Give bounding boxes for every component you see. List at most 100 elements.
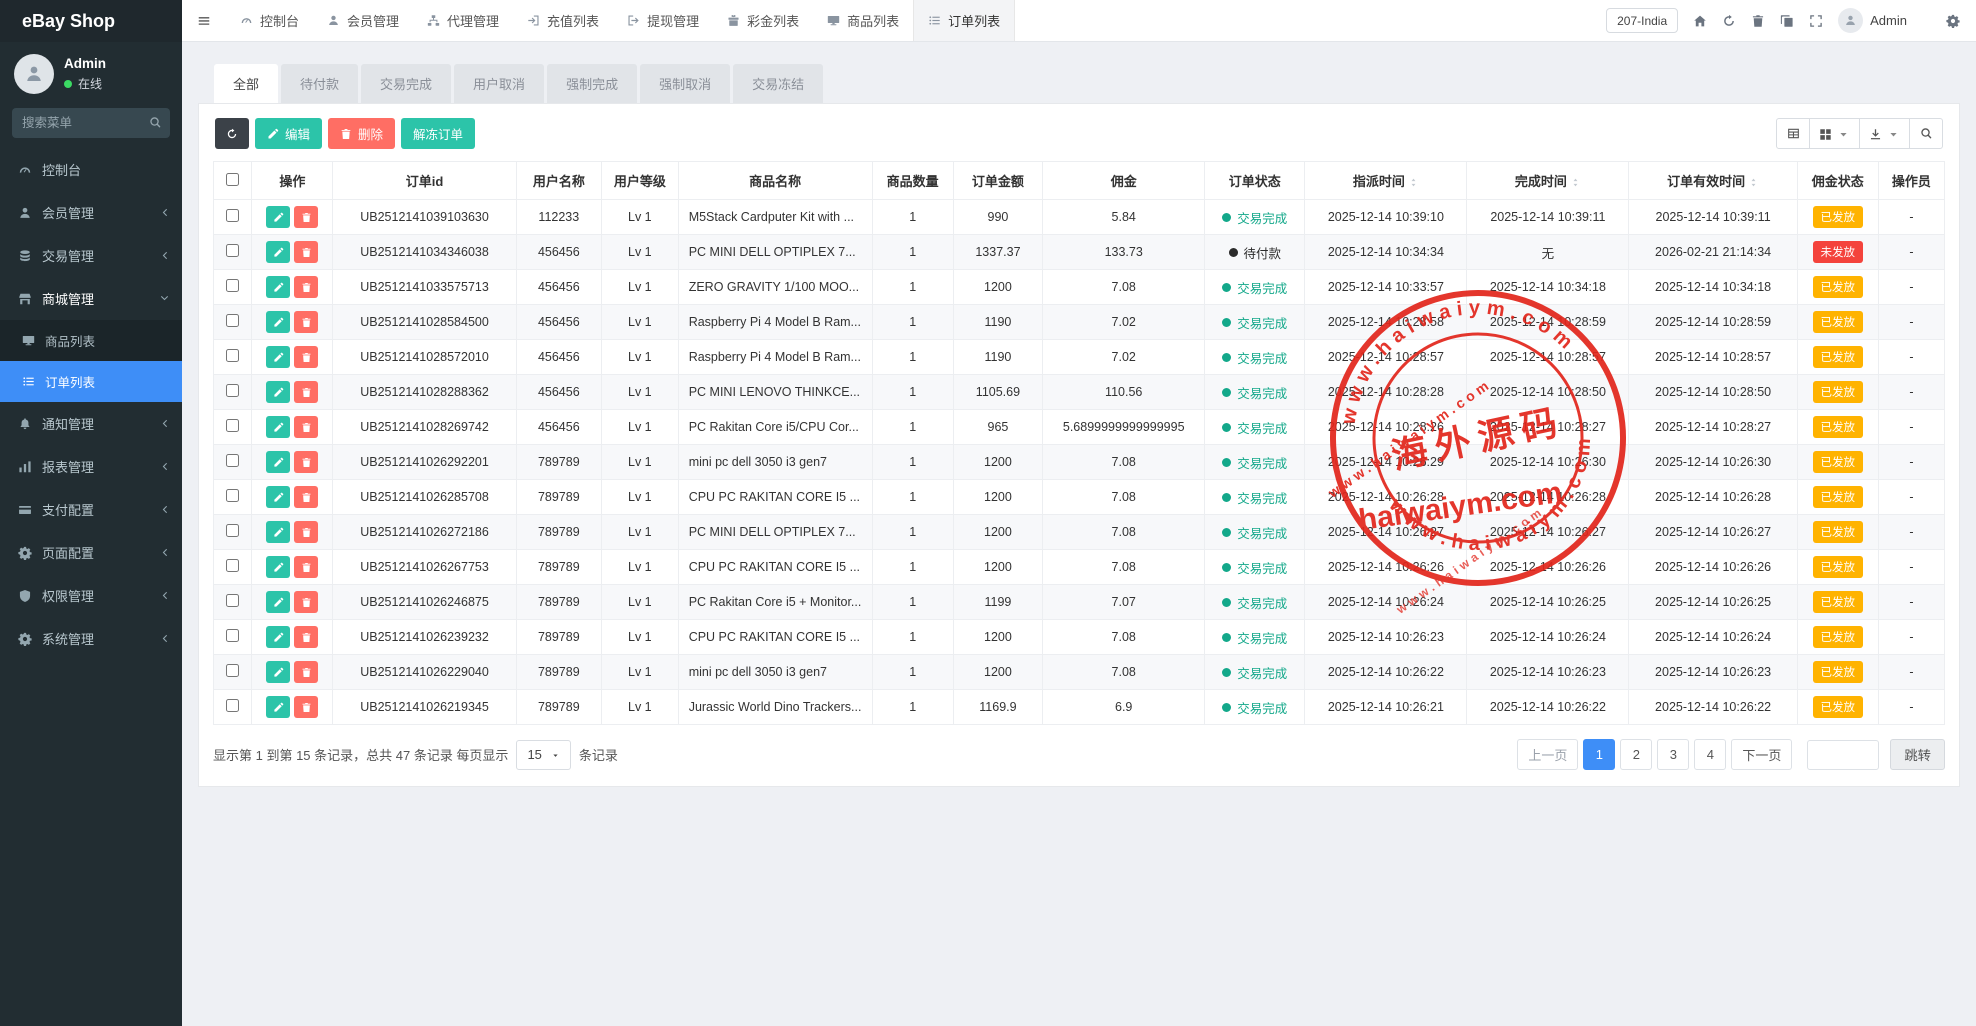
- top-tab[interactable]: 彩金列表: [713, 0, 813, 41]
- sidebar-item[interactable]: 报表管理: [0, 445, 182, 488]
- row-checkbox[interactable]: [226, 419, 239, 432]
- row-edit-button[interactable]: [266, 381, 290, 403]
- row-delete-button[interactable]: [294, 381, 318, 403]
- filter-tab[interactable]: 强制完成: [547, 64, 637, 103]
- filter-tab[interactable]: 交易完成: [361, 64, 451, 103]
- sidebar-item[interactable]: 商城管理: [0, 277, 182, 320]
- row-checkbox[interactable]: [226, 489, 239, 502]
- top-tab[interactable]: 订单列表: [913, 0, 1015, 41]
- search-toggle-button[interactable]: [1909, 118, 1943, 149]
- sidebar-item[interactable]: 系统管理: [0, 617, 182, 660]
- jump-page-input[interactable]: [1807, 740, 1879, 770]
- pagination-page[interactable]: 2: [1620, 739, 1652, 770]
- row-checkbox[interactable]: [226, 524, 239, 537]
- settings-gear-icon[interactable]: [1946, 14, 1960, 28]
- top-tab[interactable]: 提现管理: [613, 0, 713, 41]
- top-tab[interactable]: 代理管理: [413, 0, 513, 41]
- sidebar-item[interactable]: 控制台: [0, 148, 182, 191]
- row-checkbox[interactable]: [226, 244, 239, 257]
- sidebar-item[interactable]: 会员管理: [0, 191, 182, 234]
- row-edit-button[interactable]: [266, 241, 290, 263]
- refresh-icon[interactable]: [1722, 14, 1736, 28]
- top-tab[interactable]: 商品列表: [813, 0, 913, 41]
- row-edit-button[interactable]: [266, 626, 290, 648]
- row-edit-button[interactable]: [266, 206, 290, 228]
- row-delete-button[interactable]: [294, 626, 318, 648]
- sidebar-item[interactable]: 页面配置: [0, 531, 182, 574]
- pagination-page[interactable]: 3: [1657, 739, 1689, 770]
- sidebar-search-input[interactable]: [12, 108, 170, 138]
- unfreeze-order-button[interactable]: 解冻订单: [401, 118, 475, 149]
- fullscreen-icon[interactable]: [1809, 14, 1823, 28]
- page-size-select[interactable]: 15: [516, 740, 570, 770]
- column-header[interactable]: 订单有效时间: [1629, 162, 1797, 200]
- row-delete-button[interactable]: [294, 696, 318, 718]
- row-edit-button[interactable]: [266, 451, 290, 473]
- sidebar-item[interactable]: 权限管理: [0, 574, 182, 617]
- row-edit-button[interactable]: [266, 556, 290, 578]
- column-header[interactable]: 指派时间: [1305, 162, 1467, 200]
- sidebar-item[interactable]: 交易管理: [0, 234, 182, 277]
- row-checkbox[interactable]: [226, 279, 239, 292]
- edit-button[interactable]: 编辑: [255, 118, 322, 149]
- top-tab[interactable]: 充值列表: [513, 0, 613, 41]
- row-checkbox[interactable]: [226, 314, 239, 327]
- delete-button[interactable]: 删除: [328, 118, 395, 149]
- jump-button[interactable]: 跳转: [1890, 739, 1945, 770]
- top-tab[interactable]: 控制台: [226, 0, 313, 41]
- row-edit-button[interactable]: [266, 276, 290, 298]
- row-delete-button[interactable]: [294, 521, 318, 543]
- row-delete-button[interactable]: [294, 556, 318, 578]
- pagination-page[interactable]: 4: [1694, 739, 1726, 770]
- row-checkbox[interactable]: [226, 559, 239, 572]
- columns-button[interactable]: [1809, 118, 1860, 149]
- sidebar-subitem[interactable]: 商品列表: [0, 320, 182, 361]
- row-edit-button[interactable]: [266, 416, 290, 438]
- row-edit-button[interactable]: [266, 311, 290, 333]
- row-checkbox[interactable]: [226, 664, 239, 677]
- row-delete-button[interactable]: [294, 451, 318, 473]
- refresh-table-button[interactable]: [215, 118, 249, 149]
- row-delete-button[interactable]: [294, 206, 318, 228]
- topnav-admin[interactable]: Admin: [1838, 8, 1907, 33]
- row-delete-button[interactable]: [294, 346, 318, 368]
- row-edit-button[interactable]: [266, 346, 290, 368]
- row-edit-button[interactable]: [266, 521, 290, 543]
- row-edit-button[interactable]: [266, 591, 290, 613]
- row-delete-button[interactable]: [294, 591, 318, 613]
- top-tab[interactable]: 会员管理: [313, 0, 413, 41]
- row-checkbox[interactable]: [226, 629, 239, 642]
- row-checkbox[interactable]: [226, 209, 239, 222]
- sidebar-subitem[interactable]: 订单列表: [0, 361, 182, 402]
- filter-tab[interactable]: 交易冻结: [733, 64, 823, 103]
- menu-toggle-button[interactable]: [182, 0, 226, 41]
- row-delete-button[interactable]: [294, 416, 318, 438]
- filter-tab[interactable]: 全部: [214, 64, 278, 103]
- row-edit-button[interactable]: [266, 696, 290, 718]
- sidebar-item[interactable]: 支付配置: [0, 488, 182, 531]
- row-delete-button[interactable]: [294, 311, 318, 333]
- row-checkbox[interactable]: [226, 699, 239, 712]
- filter-tab[interactable]: 强制取消: [640, 64, 730, 103]
- select-all-checkbox[interactable]: [226, 173, 239, 186]
- pagination-page[interactable]: 1: [1583, 739, 1615, 770]
- row-checkbox[interactable]: [226, 384, 239, 397]
- sidebar-item[interactable]: 通知管理: [0, 402, 182, 445]
- home-icon[interactable]: [1693, 14, 1707, 28]
- row-checkbox[interactable]: [226, 594, 239, 607]
- row-checkbox[interactable]: [226, 454, 239, 467]
- filter-tab[interactable]: 用户取消: [454, 64, 544, 103]
- pagination-prev[interactable]: 上一页: [1517, 739, 1578, 770]
- row-edit-button[interactable]: [266, 661, 290, 683]
- row-delete-button[interactable]: [294, 661, 318, 683]
- pagination-next[interactable]: 下一页: [1731, 739, 1792, 770]
- row-delete-button[interactable]: [294, 241, 318, 263]
- copy-icon[interactable]: [1780, 14, 1794, 28]
- row-delete-button[interactable]: [294, 276, 318, 298]
- filter-tab[interactable]: 待付款: [281, 64, 358, 103]
- search-icon[interactable]: [149, 116, 162, 129]
- export-button[interactable]: [1859, 118, 1910, 149]
- detail-view-button[interactable]: [1776, 118, 1810, 149]
- column-header[interactable]: 完成时间: [1467, 162, 1629, 200]
- row-delete-button[interactable]: [294, 486, 318, 508]
